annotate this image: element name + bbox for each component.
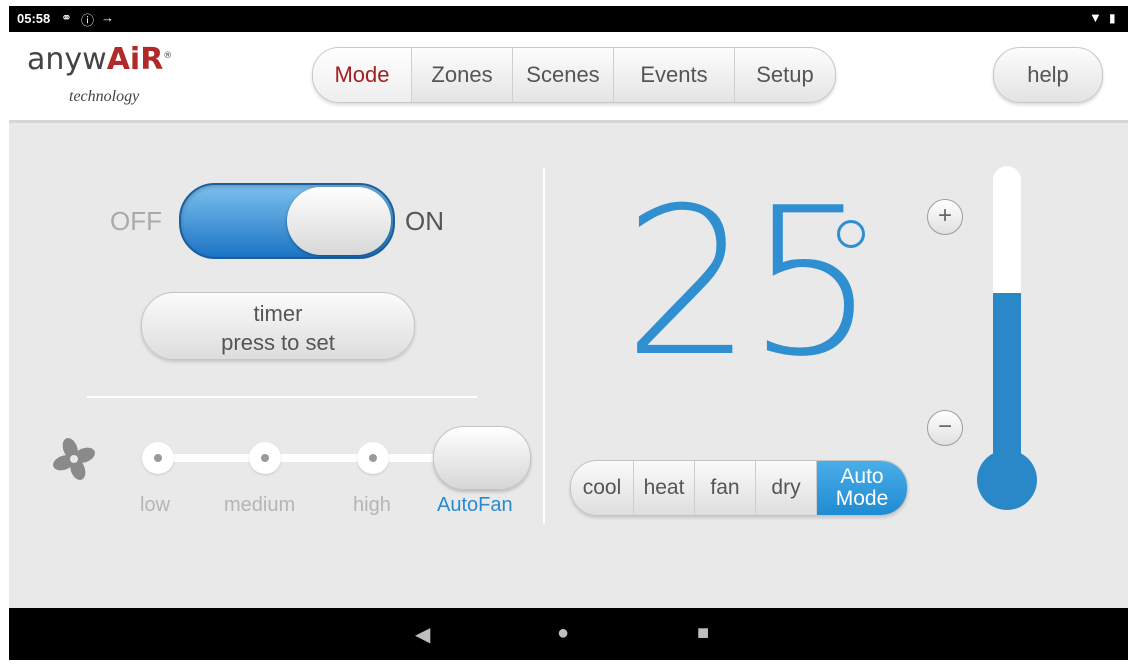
home-circle-icon[interactable]: ● bbox=[557, 622, 569, 645]
mode-selector: cool heat fan dry Auto Mode bbox=[570, 460, 908, 516]
usb-icon: ⚭ bbox=[61, 10, 72, 25]
left-divider bbox=[87, 396, 477, 398]
thermometer-slider[interactable] bbox=[993, 166, 1021, 484]
help-button[interactable]: help bbox=[993, 47, 1103, 103]
battery-icon: ▮ bbox=[1109, 11, 1116, 25]
thermometer-bulb-handle[interactable] bbox=[977, 450, 1037, 510]
android-nav-bar: ◀ ● ■ bbox=[9, 608, 1128, 660]
logo-registered-mark: ® bbox=[163, 51, 173, 61]
fan-label-low[interactable]: low bbox=[140, 494, 170, 517]
anywair-logo: anywAiR® technology bbox=[27, 42, 173, 105]
power-off-label: OFF bbox=[110, 206, 162, 236]
charging-icon: → bbox=[101, 10, 114, 25]
logo-brand-pre: anyw bbox=[27, 42, 107, 77]
power-toggle[interactable] bbox=[179, 183, 395, 259]
back-triangle-icon[interactable]: ◀ bbox=[415, 622, 430, 647]
fan-speed-autofan-knob[interactable] bbox=[433, 426, 531, 490]
timer-button[interactable]: timer press to set bbox=[141, 292, 415, 360]
mode-auto-line2: Mode bbox=[835, 487, 889, 510]
logo-subtitle: technology bbox=[69, 88, 140, 105]
mode-heat[interactable]: heat bbox=[634, 461, 695, 515]
mode-cool[interactable]: cool bbox=[571, 461, 634, 515]
mode-auto-line1: Auto bbox=[840, 465, 884, 488]
main-tab-bar: Mode Zones Scenes Events Setup bbox=[312, 47, 836, 103]
top-header: anywAiR® technology Mode Zones Scenes Ev… bbox=[9, 32, 1128, 123]
fan-label-high[interactable]: high bbox=[353, 494, 391, 517]
temperature-decrease-button[interactable]: − bbox=[927, 410, 963, 446]
status-time: 05:58 bbox=[17, 11, 51, 26]
temperature-display: 25 bbox=[623, 165, 877, 402]
center-divider bbox=[543, 168, 545, 524]
status-bar: 05:58 ⚭ ⓘ → ▼ ▮ bbox=[9, 6, 1128, 32]
degree-symbol bbox=[837, 220, 865, 248]
timer-subtitle: press to set bbox=[221, 330, 335, 355]
mode-fan[interactable]: fan bbox=[695, 461, 756, 515]
tab-scenes[interactable]: Scenes bbox=[513, 48, 614, 102]
info-icon: ⓘ bbox=[81, 13, 95, 28]
fan-speed-medium-handle[interactable] bbox=[249, 442, 281, 474]
tab-events[interactable]: Events bbox=[614, 48, 735, 102]
fan-label-medium[interactable]: medium bbox=[224, 494, 295, 517]
logo-brand-accent: AiR bbox=[106, 42, 164, 77]
fan-icon bbox=[53, 438, 95, 480]
tab-zones[interactable]: Zones bbox=[412, 48, 513, 102]
fan-speed-track[interactable] bbox=[157, 454, 477, 462]
tab-setup[interactable]: Setup bbox=[735, 48, 835, 102]
fan-speed-high-handle[interactable] bbox=[357, 442, 389, 474]
mode-dry[interactable]: dry bbox=[756, 461, 817, 515]
timer-title: timer bbox=[253, 301, 303, 326]
wifi-icon: ▼ bbox=[1089, 10, 1102, 25]
fan-speed-low-handle[interactable] bbox=[142, 442, 174, 474]
temperature-increase-button[interactable]: + bbox=[927, 199, 963, 235]
power-toggle-knob[interactable] bbox=[287, 187, 391, 255]
mode-auto[interactable]: Auto Mode bbox=[817, 461, 907, 515]
power-on-label: ON bbox=[405, 206, 444, 236]
app-screen: 05:58 ⚭ ⓘ → ▼ ▮ anywAiR® technology Mode… bbox=[9, 6, 1128, 660]
recents-square-icon[interactable]: ■ bbox=[697, 622, 709, 645]
tab-mode[interactable]: Mode bbox=[313, 48, 412, 102]
fan-label-autofan[interactable]: AutoFan bbox=[437, 494, 513, 517]
